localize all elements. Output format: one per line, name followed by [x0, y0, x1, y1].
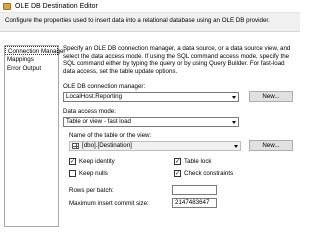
table-name-dropdown[interactable]: [dbo].[Destination]: [69, 141, 241, 151]
keep-identity-label: Keep identity: [79, 158, 115, 165]
new-table-button[interactable]: New...: [249, 140, 293, 151]
connection-manager-dropdown[interactable]: LocalHost.Reporting: [63, 92, 239, 102]
connection-manager-value: LocalHost.Reporting: [66, 93, 123, 100]
max-commit-label: Maximum insert commit size:: [69, 200, 149, 207]
nav-item-error-output[interactable]: Error Output: [5, 64, 58, 73]
window-title: OLE DB Destination Editor: [15, 3, 98, 10]
connection-manager-label: OLE DB connection manager:: [63, 83, 146, 90]
table-name-label: Name of the table or the view:: [69, 132, 152, 139]
check-constraints-checkbox[interactable]: ✓: [174, 170, 181, 177]
keep-identity-checkbox[interactable]: ✓: [69, 158, 76, 165]
table-lock-checkbox[interactable]: ✓: [174, 158, 181, 165]
table-icon: [72, 143, 79, 149]
keep-nulls-checkbox[interactable]: [69, 170, 76, 177]
table-name-value: [dbo].[Destination]: [82, 142, 132, 149]
keep-nulls-label: Keep nulls: [79, 170, 108, 177]
connection-manager-page: Specify an OLE DB connection manager, a …: [63, 45, 300, 226]
chevron-down-icon[interactable]: [232, 142, 240, 150]
table-lock-label: Table lock: [184, 158, 212, 165]
page-description: Specify an OLE DB connection manager, a …: [63, 45, 291, 75]
access-mode-value: Table or view - fast load: [66, 118, 131, 125]
max-commit-input[interactable]: 2147483647: [172, 198, 217, 208]
header-description: Configure the properties used to insert …: [5, 17, 270, 24]
check-constraints-label: Check constraints: [184, 170, 234, 177]
rows-per-batch-input[interactable]: [172, 185, 217, 195]
rows-per-batch-label: Rows per batch:: [69, 187, 114, 194]
chevron-down-icon[interactable]: [230, 93, 238, 101]
nav-item-connection-manager[interactable]: Connection Manager: [5, 46, 65, 55]
access-mode-label: Data access mode:: [63, 108, 116, 115]
chevron-down-icon[interactable]: [230, 118, 238, 126]
navigation-list: Connection Manager Mappings Error Output: [4, 45, 65, 227]
nav-item-mappings[interactable]: Mappings: [5, 55, 58, 64]
header-panel: Configure the properties used to insert …: [0, 13, 300, 32]
title-bar: OLE DB Destination Editor: [0, 0, 300, 13]
access-mode-dropdown[interactable]: Table or view - fast load: [63, 117, 239, 127]
new-connection-button[interactable]: New...: [249, 91, 293, 102]
ole-db-destination-icon: [3, 3, 11, 10]
